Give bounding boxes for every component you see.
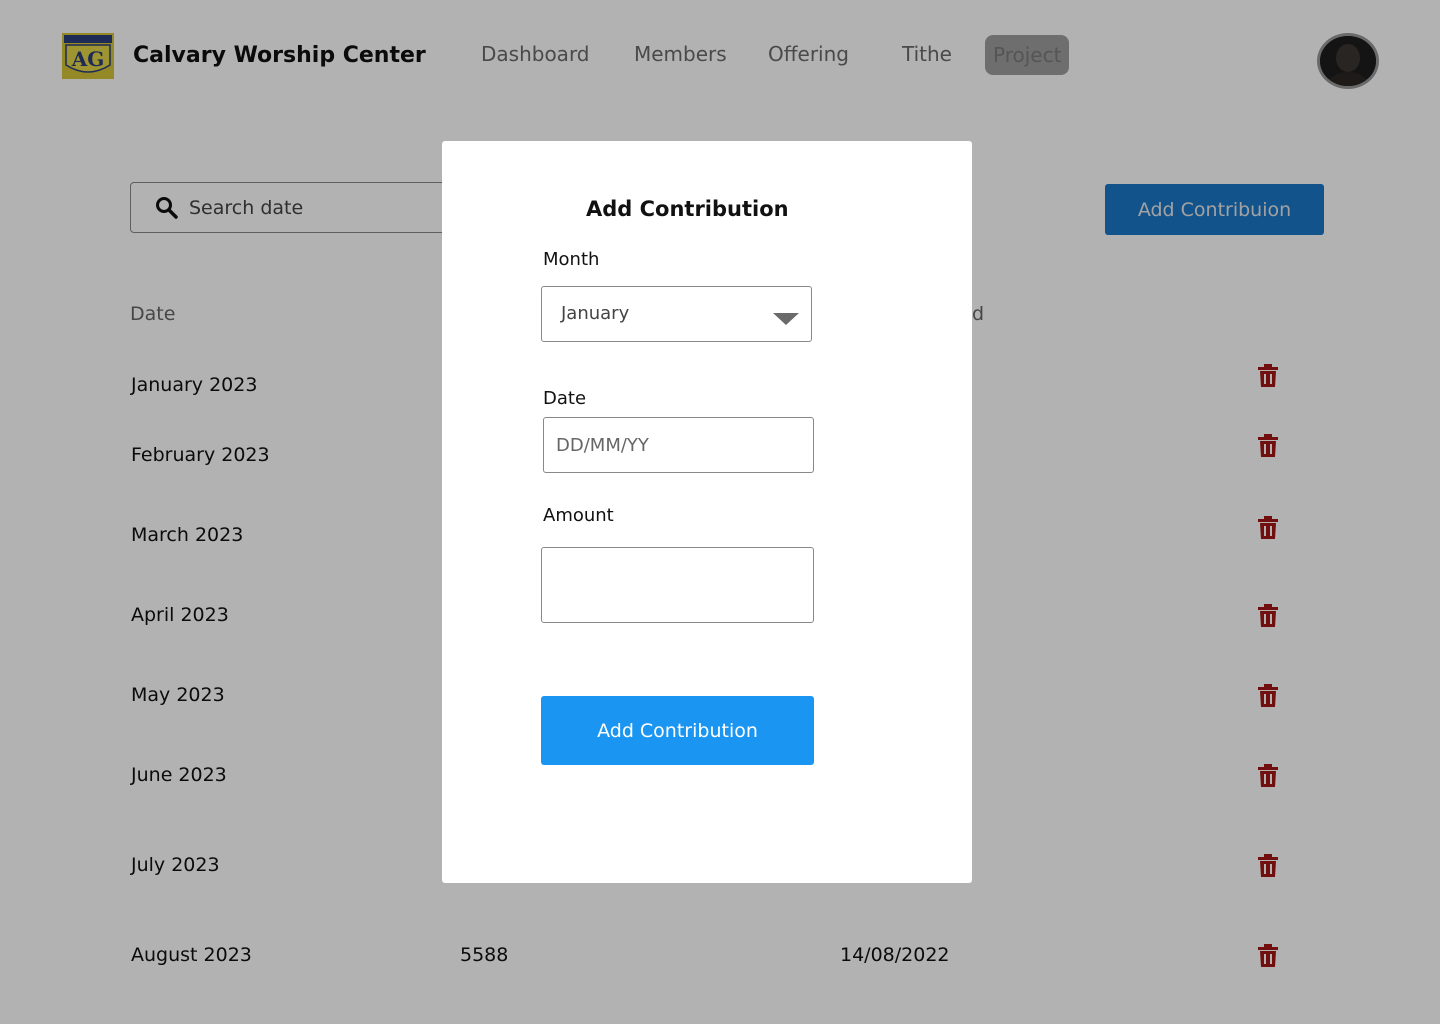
modal-title: Add Contribution [586,197,789,221]
chevron-down-icon [773,310,799,325]
amount-field[interactable] [541,547,814,623]
amount-label: Amount [543,505,614,526]
date-label: Date [543,388,587,409]
month-select-value: January [561,303,630,324]
date-field[interactable] [543,417,814,473]
month-select[interactable]: January [541,286,812,342]
add-contribution-modal: Add Contribution Month January Date Amou… [442,141,972,883]
submit-contribution-button[interactable]: Add Contribution [541,696,814,765]
month-label: Month [543,249,600,270]
